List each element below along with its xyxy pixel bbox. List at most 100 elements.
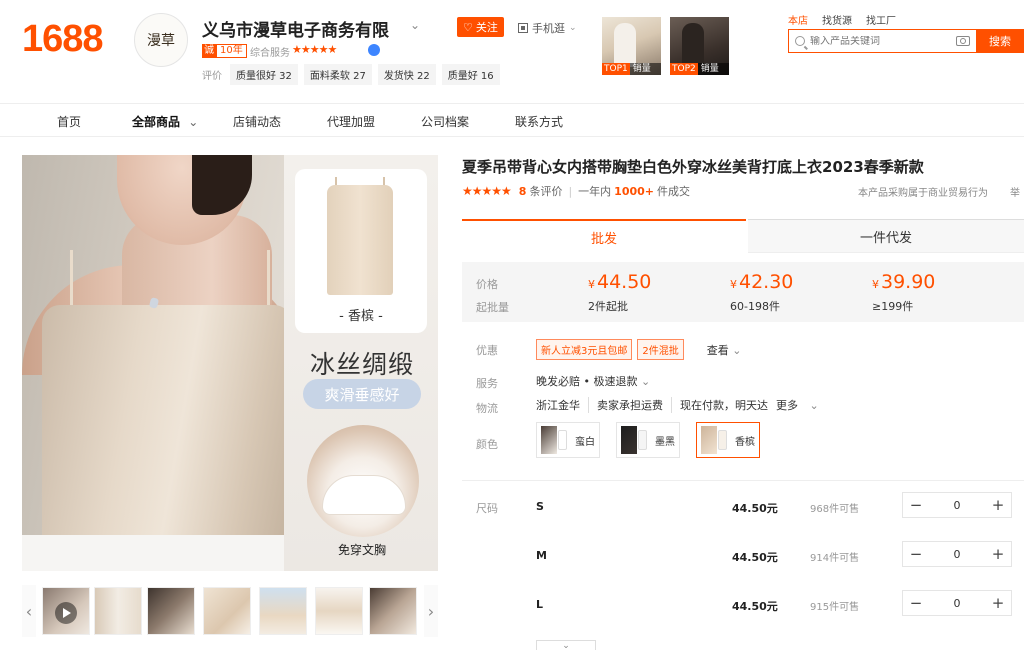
promo-tag[interactable]: 新人立减3元且包邮 xyxy=(536,339,633,360)
nav-contact[interactable]: 联系方式 xyxy=(515,113,563,130)
service-label: 服务 xyxy=(476,377,498,390)
service-value[interactable]: 晚发必赔 • 极速退款 ⌄ xyxy=(536,373,650,389)
site-logo[interactable]: 1688 xyxy=(22,18,104,61)
minus-icon[interactable]: − xyxy=(903,496,929,514)
service-stars: ★★★★★ xyxy=(292,43,337,56)
service-score-label: 综合服务 xyxy=(250,48,290,59)
search-tab-factory[interactable]: 找工厂 xyxy=(866,12,896,27)
color-option-white[interactable]: 蛮白 xyxy=(536,422,600,458)
chevron-down-icon: ⌄ xyxy=(640,375,651,388)
chevron-down-icon: ⌄ xyxy=(188,115,199,129)
quantity-stepper: − + xyxy=(902,590,1012,616)
model-hair xyxy=(192,155,252,215)
years-badge: 诚 10年 xyxy=(202,44,247,58)
years-value: 10年 xyxy=(216,44,247,58)
thumbnail[interactable] xyxy=(147,587,195,635)
plus-icon[interactable]: + xyxy=(985,545,1011,563)
color-swatch xyxy=(701,426,729,454)
product-thumbnail xyxy=(682,23,704,67)
chevron-down-icon: ⌄ xyxy=(569,23,577,33)
cami-flat-image xyxy=(327,185,393,295)
nav-home[interactable]: 首页 xyxy=(57,113,81,130)
minus-icon[interactable]: − xyxy=(903,594,929,612)
eval-label: 评价 xyxy=(202,71,222,82)
search-scope-tabs: 本店 找货源 找工厂 xyxy=(788,12,896,27)
eval-tag[interactable]: 质量很好 32 xyxy=(230,64,298,85)
quantity-input[interactable] xyxy=(929,596,985,610)
promo-view-button[interactable]: 查看 ⌄ xyxy=(707,342,742,358)
logistics-row: 浙江金华 卖家承担运费 现在付款，明天达 更多 ⌄ xyxy=(536,397,827,413)
quantity-input[interactable] xyxy=(929,547,985,561)
color-card-label: - 香槟 - xyxy=(339,309,383,324)
verified-icon[interactable] xyxy=(368,44,380,56)
report-link[interactable]: 举 xyxy=(1010,184,1020,199)
quantity-input[interactable] xyxy=(929,498,985,512)
service-value-text: 晚发必赔 • 极速退款 xyxy=(536,375,638,388)
chevron-right-icon[interactable]: › xyxy=(424,585,438,637)
chevron-down-icon[interactable]: ⌄ xyxy=(410,18,420,32)
size-row: 尺码 S 44.50元 968件可售 − + xyxy=(462,492,1024,522)
quantity-stepper: − + xyxy=(902,492,1012,518)
thumbnail[interactable] xyxy=(315,587,363,635)
size-stock: 915件可售 xyxy=(810,602,860,613)
moq-label: 起批量 xyxy=(476,301,509,314)
nav-all-products[interactable]: 全部商品 ⌄ xyxy=(132,113,198,130)
nav-shop-news[interactable]: 店铺动态 xyxy=(233,113,281,130)
nav-company-profile[interactable]: 公司档案 xyxy=(421,113,469,130)
logistics-more-button[interactable]: 更多 ⌄ xyxy=(776,397,827,413)
shop-logo[interactable]: 漫草 xyxy=(134,13,188,67)
promo-row: 新人立减3元且包邮 2件混批 查看 ⌄ xyxy=(536,339,741,360)
thumbnail[interactable] xyxy=(94,587,142,635)
main-product-image[interactable]: - 香槟 - 冰丝绸缎 爽滑垂感好 免穿文胸 xyxy=(22,155,438,571)
search-icon xyxy=(795,36,805,46)
minus-icon[interactable]: − xyxy=(903,545,929,563)
tab-wholesale[interactable]: 批发 xyxy=(462,219,746,253)
price-value: 39.90 xyxy=(881,271,936,293)
feature-title: 冰丝绸缎 xyxy=(309,350,414,379)
expand-sizes-button[interactable]: ⌄ xyxy=(536,640,596,650)
search-tab-shop[interactable]: 本店 xyxy=(788,12,808,27)
model-pants xyxy=(22,535,312,571)
delivery-estimate: 现在付款，明天达 xyxy=(671,397,776,413)
search-tab-source[interactable]: 找货源 xyxy=(822,12,852,27)
promo-tag[interactable]: 2件混批 xyxy=(637,339,684,360)
color-option-champagne[interactable]: 香槟 xyxy=(696,422,760,458)
eval-tag[interactable]: 质量好 16 xyxy=(441,64,500,85)
thumbnail[interactable] xyxy=(369,587,417,635)
chevron-left-icon[interactable]: ‹ xyxy=(22,585,36,637)
thumbnail-video[interactable] xyxy=(42,587,90,635)
search-input[interactable] xyxy=(810,35,951,47)
plus-icon[interactable]: + xyxy=(985,594,1011,612)
size-price: 44.50元 xyxy=(732,600,778,613)
thumbnail[interactable] xyxy=(203,587,251,635)
heart-plus-icon: ♡ xyxy=(463,20,473,34)
eval-tag[interactable]: 面料柔软 27 xyxy=(303,64,372,85)
tab-dropship[interactable]: 一件代发 xyxy=(748,219,1024,253)
currency-symbol: ¥ xyxy=(730,278,737,291)
review-count[interactable]: 8 xyxy=(519,185,527,198)
promo-view-label: 查看 xyxy=(706,343,729,357)
review-label[interactable]: 条评价 xyxy=(529,183,562,199)
moq-tier-2: 60-198件 xyxy=(730,300,780,313)
size-label: 尺码 xyxy=(476,502,498,515)
top-seller-card[interactable]: TOP2 销量 xyxy=(670,17,729,75)
eval-tag[interactable]: 发货快 22 xyxy=(377,64,436,85)
feature-pill: 爽滑垂感好 xyxy=(303,379,421,409)
detail-circle-label: 免穿文胸 xyxy=(337,543,386,557)
evaluation-tags: 评价 质量很好 32 面料柔软 27 发货快 22 质量好 16 xyxy=(202,64,500,85)
divider: | xyxy=(568,184,573,198)
rank-text: 销量 xyxy=(700,64,719,74)
currency-symbol: ¥ xyxy=(872,278,879,291)
thumbnail[interactable] xyxy=(259,587,307,635)
search-button[interactable]: 搜索 xyxy=(976,29,1024,53)
plus-icon[interactable]: + xyxy=(985,496,1011,514)
shop-name[interactable]: 义乌市漫草电子商务有限 xyxy=(202,16,389,41)
rating-line: ★★★★★ 8 条评价 | 一年内 1000+ 件成交 xyxy=(462,183,690,199)
color-option-black[interactable]: 墨黑 xyxy=(616,422,680,458)
camera-icon[interactable] xyxy=(956,36,970,46)
nav-agency[interactable]: 代理加盟 xyxy=(327,113,375,130)
ship-from: 浙江金华 xyxy=(536,399,580,412)
top-seller-card[interactable]: TOP1 销量 xyxy=(602,17,661,75)
mobile-browse-button[interactable]: 手机逛 ⌄ xyxy=(518,20,577,36)
follow-button[interactable]: ♡ 关注 xyxy=(457,17,504,37)
